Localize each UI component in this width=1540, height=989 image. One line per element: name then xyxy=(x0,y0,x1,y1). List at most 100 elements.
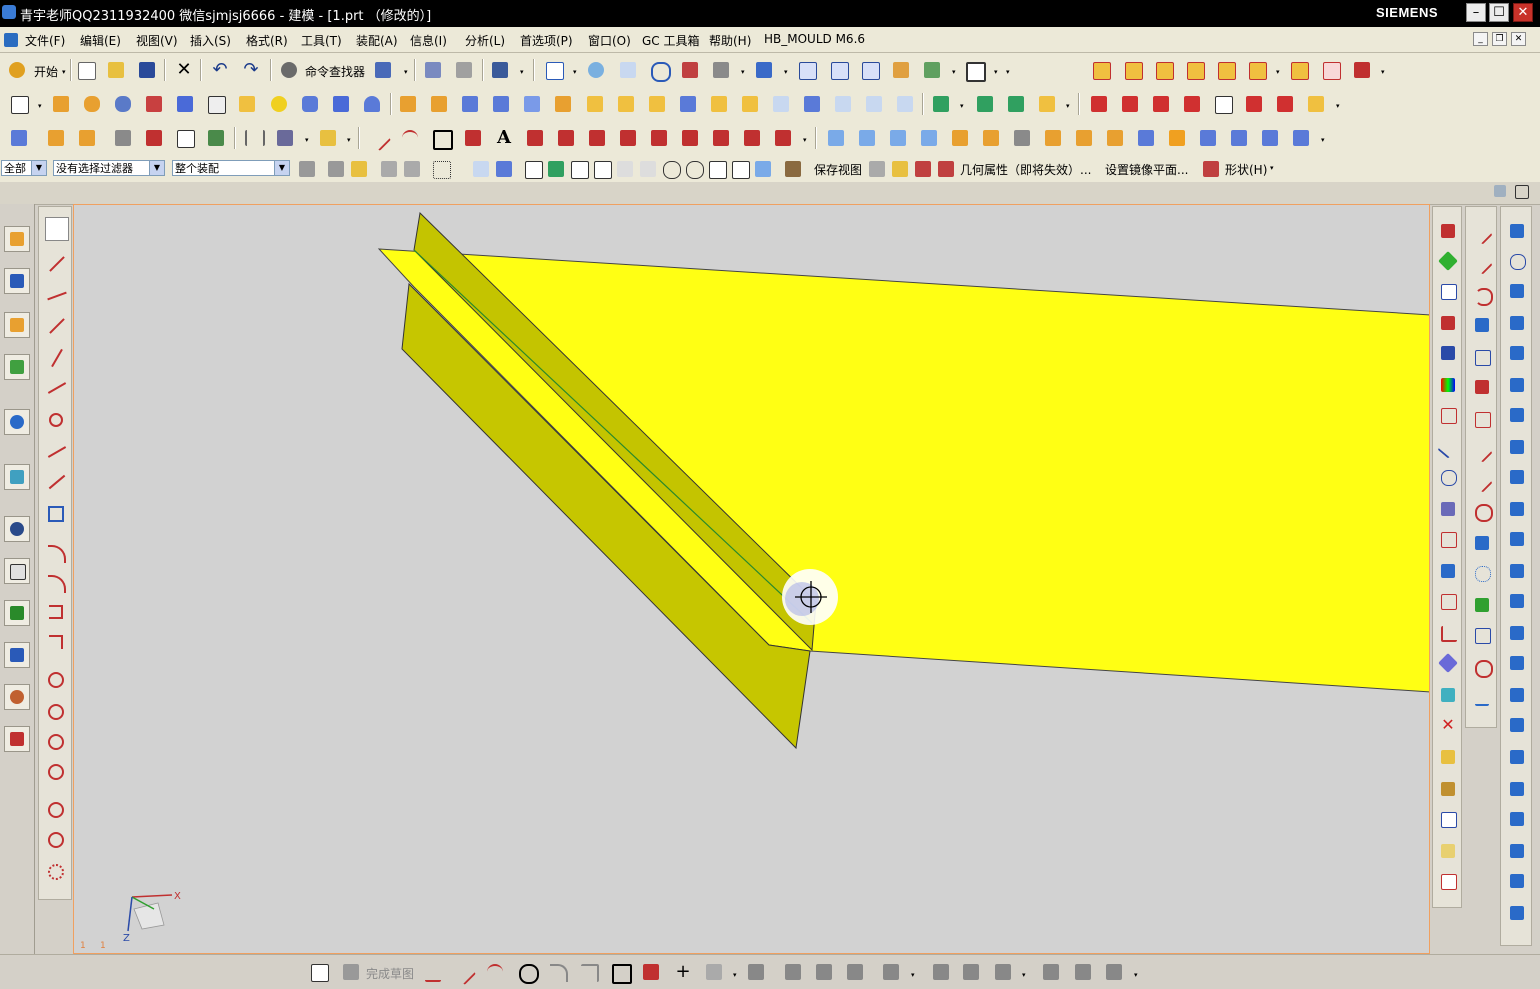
transform-icon[interactable] xyxy=(453,59,475,81)
save-icon[interactable] xyxy=(136,59,158,81)
save-view-icon[interactable] xyxy=(782,158,804,180)
angle-line-icon[interactable] xyxy=(45,285,67,307)
plane-icon[interactable] xyxy=(1438,251,1458,271)
menu-assembly[interactable]: 装配(A) xyxy=(356,32,398,49)
circle-dotted-icon[interactable] xyxy=(45,861,67,883)
redo-icon[interactable]: ↷ xyxy=(240,59,262,81)
point-on-face-icon[interactable] xyxy=(752,158,774,180)
split-body-icon[interactable] xyxy=(801,93,823,115)
subtract-icon[interactable] xyxy=(552,93,574,115)
snap-point-icon[interactable] xyxy=(522,158,544,180)
trim-sheet-icon[interactable] xyxy=(1135,127,1157,149)
front-view-icon[interactable] xyxy=(828,59,850,81)
curve-length-icon[interactable] xyxy=(1119,93,1141,115)
add-component-icon[interactable] xyxy=(45,127,67,149)
app-icon[interactable] xyxy=(2,5,16,19)
finish-sketch-icon[interactable] xyxy=(340,961,362,983)
menu-edit[interactable]: 编辑(E) xyxy=(80,32,121,49)
filter-settings-icon[interactable] xyxy=(296,158,318,180)
intersection-point-icon[interactable] xyxy=(637,158,659,180)
draft-icon[interactable] xyxy=(770,93,792,115)
offset-curve-icon[interactable] xyxy=(524,127,546,149)
sketch-divide-icon[interactable] xyxy=(844,961,866,983)
grid-icon[interactable] xyxy=(1438,529,1458,549)
type-filter-combo[interactable]: 全部 ▼ xyxy=(1,160,47,176)
composite-curve-icon[interactable] xyxy=(741,127,763,149)
mold-view-1-icon[interactable] xyxy=(1090,59,1112,81)
parting-icon[interactable] xyxy=(1507,405,1527,425)
color-icon[interactable] xyxy=(1438,375,1458,395)
view-cube-icon[interactable] xyxy=(1438,221,1458,241)
mold-view-3-icon[interactable] xyxy=(1153,59,1175,81)
unite-icon[interactable] xyxy=(521,93,543,115)
cylinder-icon[interactable] xyxy=(299,93,321,115)
view-section-icon[interactable] xyxy=(866,158,888,180)
tangent-line-icon[interactable] xyxy=(45,377,67,399)
wave-link-icon[interactable] xyxy=(205,127,227,149)
fullscreen-icon[interactable] xyxy=(1513,183,1531,201)
info-window-icon[interactable] xyxy=(4,409,30,435)
doc-close-button[interactable]: ✕ xyxy=(1511,32,1526,46)
measure-icon[interactable] xyxy=(889,158,911,180)
slot-icon[interactable] xyxy=(45,601,67,623)
curve-ops-icon[interactable] xyxy=(1472,347,1492,367)
process-studio-icon[interactable] xyxy=(4,600,30,626)
pattern-icon[interactable] xyxy=(615,93,637,115)
minimize-button[interactable]: – xyxy=(1466,3,1486,22)
measure-distance-icon[interactable] xyxy=(317,127,339,149)
through-mesh-icon[interactable] xyxy=(887,127,909,149)
shape-label[interactable]: 形状(H) xyxy=(1225,161,1267,178)
cut-icon[interactable]: ✕ xyxy=(173,59,195,81)
pattern-curve-icon[interactable] xyxy=(1472,625,1492,645)
studio-surface-icon[interactable] xyxy=(1011,127,1033,149)
n-sided-surface-icon[interactable] xyxy=(949,127,971,149)
arc-center-sketch-icon[interactable] xyxy=(45,571,67,593)
align-icon[interactable] xyxy=(1472,687,1492,707)
part-navigator-icon[interactable] xyxy=(4,226,30,252)
sketch-create-icon[interactable] xyxy=(308,961,330,983)
point-set-icon[interactable] xyxy=(1438,685,1458,705)
menu-information[interactable]: 信息(I) xyxy=(410,32,447,49)
circle-edit-icon[interactable] xyxy=(1472,533,1492,553)
pin-icon[interactable] xyxy=(45,217,69,241)
menu-analysis[interactable]: 分析(L) xyxy=(465,32,505,49)
split-face-icon[interactable] xyxy=(1228,127,1250,149)
extrude-icon[interactable] xyxy=(50,93,72,115)
arc-center-icon[interactable] xyxy=(660,158,682,180)
selection-filter-combo[interactable]: 没有选择过滤器 ▼ xyxy=(53,160,165,176)
block-solid-icon[interactable] xyxy=(330,93,352,115)
group-icon[interactable] xyxy=(1438,747,1458,767)
delete-icon[interactable]: ✕ xyxy=(1438,715,1458,735)
sew-surface-icon[interactable] xyxy=(1197,127,1219,149)
line-edit-icon[interactable] xyxy=(1471,253,1493,275)
trim-edit-icon[interactable] xyxy=(1472,501,1493,522)
mold-base-icon[interactable] xyxy=(1507,467,1527,487)
studio-spline-icon[interactable] xyxy=(462,127,484,149)
bisector-icon[interactable] xyxy=(45,441,67,463)
mirror-icon[interactable] xyxy=(646,93,668,115)
select-component-icon[interactable] xyxy=(470,158,492,180)
electrode-icon[interactable] xyxy=(1507,715,1527,735)
close-button[interactable]: ✕ xyxy=(1513,3,1533,22)
sketch-mirror-icon[interactable] xyxy=(1072,961,1094,983)
ruled-surface-icon[interactable] xyxy=(825,127,847,149)
gear-icon[interactable] xyxy=(1438,653,1458,673)
boss-icon[interactable] xyxy=(143,93,165,115)
menu-window[interactable]: 窗口(O) xyxy=(588,32,631,49)
select-edge-icon[interactable] xyxy=(401,158,423,180)
sketch-dimension-icon[interactable] xyxy=(880,961,902,983)
sub-insert-icon[interactable] xyxy=(1507,591,1527,611)
intersection-curve-icon[interactable] xyxy=(617,127,639,149)
drawing-icon[interactable] xyxy=(1507,841,1527,861)
circle-3pt-icon[interactable] xyxy=(45,701,67,723)
trim-body-icon[interactable] xyxy=(490,93,512,115)
pocket-feature-icon[interactable] xyxy=(205,93,227,115)
end-point-icon[interactable] xyxy=(568,158,590,180)
menu-insert[interactable]: 插入(S) xyxy=(190,32,231,49)
edit-curve-params-icon[interactable] xyxy=(1181,93,1203,115)
edit-curve-icon[interactable] xyxy=(1471,223,1493,245)
thicken-icon[interactable] xyxy=(708,93,730,115)
extract-body-icon[interactable] xyxy=(832,93,854,115)
snap-control-icon[interactable] xyxy=(545,158,567,180)
block-icon[interactable] xyxy=(174,93,196,115)
